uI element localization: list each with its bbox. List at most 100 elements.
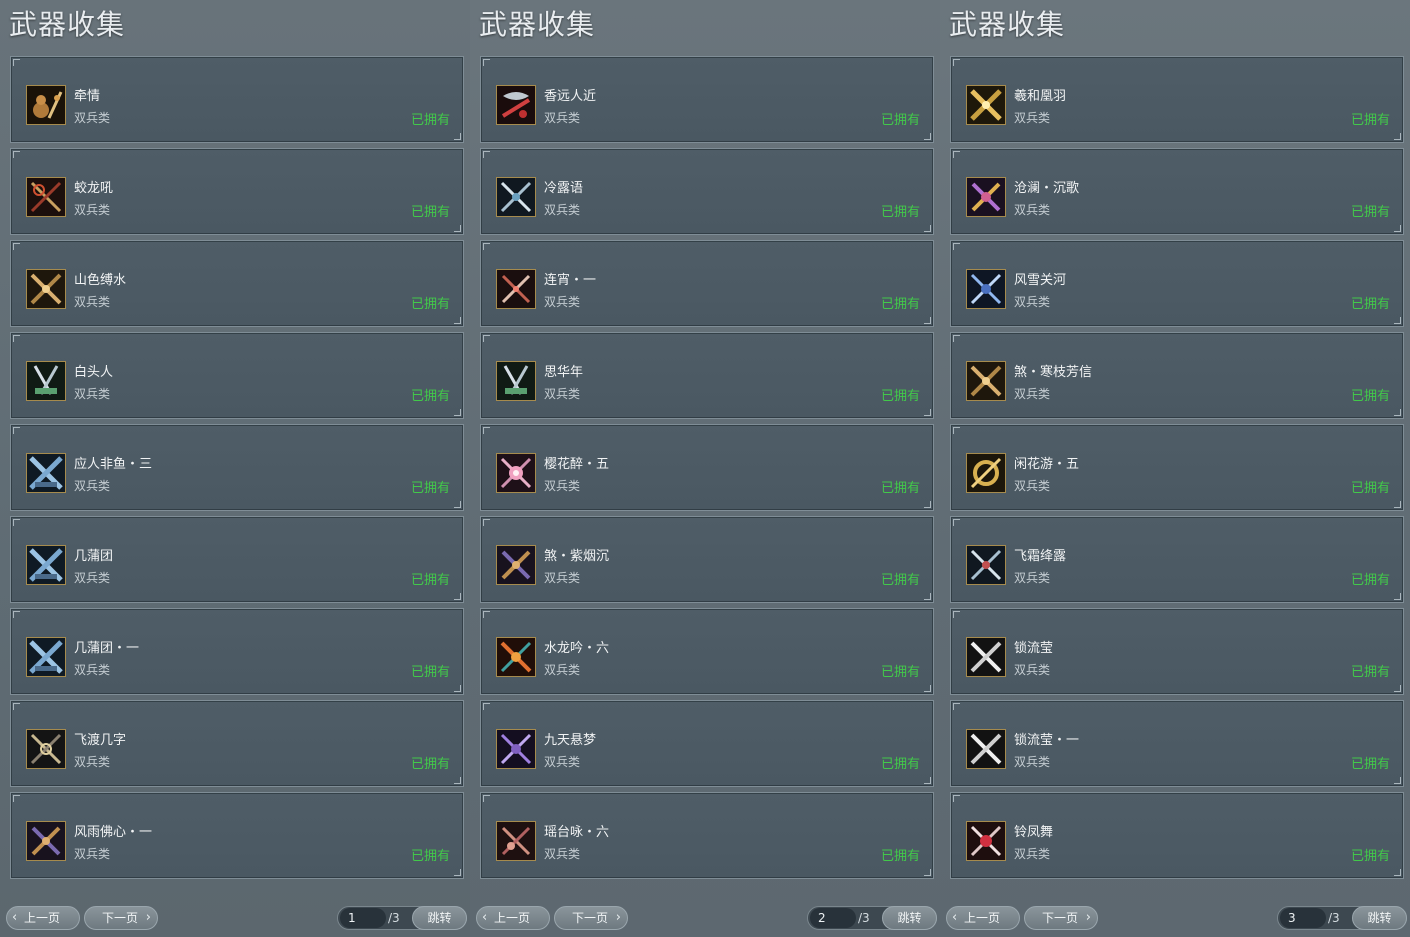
page-number-input[interactable]: 1 [340,908,386,928]
weapon-card[interactable]: 樱花醉・五 双兵类 已拥有 [480,424,934,511]
weapon-name: 牵情 [74,89,101,104]
page-number-input[interactable]: 2 [810,908,856,928]
owned-status: 已拥有 [410,205,450,220]
chevron-left-icon: ‹ [482,910,488,925]
violet-sword-weapon-icon [496,729,536,769]
weapon-type: 双兵类 [74,755,111,769]
gold-feather-weapon-icon [966,85,1006,125]
weapon-type: 双兵类 [74,571,111,585]
weapon-name: 闲花游・五 [1014,457,1080,472]
weapon-card[interactable]: 煞・寒枝芳信 双兵类 已拥有 [950,332,1404,419]
jump-button[interactable]: 跳转 [1352,906,1407,930]
weapon-type: 双兵类 [544,295,581,309]
purple-gold-weapon-icon [496,545,536,585]
weapon-card[interactable]: 飞霜绛露 双兵类 已拥有 [950,516,1404,603]
dark-sword-weapon-icon [26,729,66,769]
silver-sword-weapon-icon [496,177,536,217]
weapon-type: 双兵类 [544,203,581,217]
panel-title: 武器收集 [479,8,596,41]
weapon-name: 风雪关河 [1014,273,1067,288]
owned-status: 已拥有 [1350,389,1390,404]
red-flower-weapon-icon [966,821,1006,861]
weapon-list: 羲和凰羽 双兵类 已拥有 沧澜・沉歌 双兵类 已拥有 风雪关河 双兵类 已拥有 煞・寒枝芳信… [950,56,1404,884]
page-number-input[interactable]: 3 [1280,908,1326,928]
weapon-card[interactable]: 牵情 双兵类 已拥有 [10,56,464,143]
weapon-name: 香远人近 [544,89,597,104]
weapon-name: 沧澜・沉歌 [1014,181,1080,196]
red-dragon-weapon-icon [496,85,536,125]
white-sword-weapon-icon [966,637,1006,677]
weapon-card[interactable]: 水龙吟・六 双兵类 已拥有 [480,608,934,695]
jade-sword-weapon-icon [26,361,66,401]
weapon-card[interactable]: 蛟龙吼 双兵类 已拥有 [10,148,464,235]
weapon-collection-screen: 武器收集 牵情 双兵类 已拥有 蛟龙吼 双兵类 已拥有 山色缚水 双兵类 已拥有 白头人 双兵… [0,0,1410,937]
weapon-name: 飞渡几字 [74,733,127,748]
blue-blade-weapon-icon [26,637,66,677]
weapon-card[interactable]: 几蒲团・一 双兵类 已拥有 [10,608,464,695]
weapon-name: 应人非鱼・三 [74,457,153,472]
owned-status: 已拥有 [410,849,450,864]
weapon-card[interactable]: 应人非鱼・三 双兵类 已拥有 [10,424,464,511]
jump-button[interactable]: 跳转 [882,906,937,930]
weapon-card[interactable]: 山色缚水 双兵类 已拥有 [10,240,464,327]
weapon-type: 双兵类 [1014,295,1051,309]
weapon-name: 几蒲团・一 [74,641,140,656]
weapon-type: 双兵类 [544,663,581,677]
weapon-card[interactable]: 闲花游・五 双兵类 已拥有 [950,424,1404,511]
weapon-name: 风雨佛心・一 [74,825,153,840]
weapon-card[interactable]: 连宵・一 双兵类 已拥有 [480,240,934,327]
prev-page-button[interactable]: ‹ 上一页 [946,906,1020,930]
weapon-card[interactable]: 飞渡几字双兵类 已拥有 [10,700,464,787]
owned-status: 已拥有 [410,481,450,496]
weapon-card[interactable]: 铃凤舞 双兵类 已拥有 [950,792,1404,879]
next-page-button[interactable]: 下一页 › [554,906,628,930]
weapon-name: 羲和凰羽 [1014,89,1067,104]
weapon-card[interactable]: 几蒲团 双兵类 已拥有 [10,516,464,603]
weapon-card[interactable]: 风雨佛心・一 双兵类 已拥有 [10,792,464,879]
chevron-left-icon: ‹ [952,910,958,925]
page-total: /3 [1328,911,1340,925]
owned-status: 已拥有 [880,205,920,220]
weapon-card[interactable]: 锁流莹・一 双兵类 已拥有 [950,700,1404,787]
weapon-type: 双兵类 [1014,203,1051,217]
weapon-card[interactable]: 煞・紫烟沉 双兵类 已拥有 [480,516,934,603]
weapon-name: 九天悬梦 [544,733,597,748]
owned-status: 已拥有 [880,573,920,588]
collection-panel-2: 武器收集 香远人近 双兵类 已拥有 冷露语 双兵类 已拥有 连宵・一 双兵类 已拥有 思华年… [470,0,940,937]
weapon-type: 双兵类 [74,203,111,217]
weapon-type: 双兵类 [1014,663,1051,677]
prev-page-button[interactable]: ‹ 上一页 [476,906,550,930]
next-page-button[interactable]: 下一页 › [1024,906,1098,930]
weapon-card[interactable]: 思华年 双兵类 已拥有 [480,332,934,419]
owned-status: 已拥有 [410,113,450,128]
weapon-card[interactable]: 冷露语 双兵类 已拥有 [480,148,934,235]
weapon-card[interactable]: 白头人 双兵类 已拥有 [10,332,464,419]
panel-title: 武器收集 [9,8,126,41]
weapon-card[interactable]: 沧澜・沉歌 双兵类 已拥有 [950,148,1404,235]
page-jump-control: 1 /3 跳转 [337,906,467,930]
weapon-type: 双兵类 [544,479,581,493]
blue-blade-weapon-icon [26,545,66,585]
weapon-type: 双兵类 [74,295,111,309]
weapon-type: 双兵类 [1014,479,1051,493]
weapon-card[interactable]: 香远人近 双兵类 已拥有 [480,56,934,143]
pink-blossom-weapon-icon [496,453,536,493]
weapon-card[interactable]: 九天悬梦 双兵类 已拥有 [480,700,934,787]
weapon-card[interactable]: 锁流莹 双兵类 已拥有 [950,608,1404,695]
owned-status: 已拥有 [880,297,920,312]
halberd-weapon-icon [26,177,66,217]
prev-page-button[interactable]: ‹ 上一页 [6,906,80,930]
next-page-button[interactable]: 下一页 › [84,906,158,930]
purple-gold-weapon-icon [26,821,66,861]
weapon-card[interactable]: 羲和凰羽 双兵类 已拥有 [950,56,1404,143]
jump-button[interactable]: 跳转 [412,906,467,930]
weapon-type: 双兵类 [544,847,581,861]
owned-status: 已拥有 [880,849,920,864]
pagination-bar: ‹ 上一页 下一页 › 1 /3 跳转 [0,904,470,932]
weapon-card[interactable]: 瑶台咏・六 双兵类 已拥有 [480,792,934,879]
weapon-type: 双兵类 [74,663,111,677]
weapon-card[interactable]: 风雪关河 双兵类 已拥有 [950,240,1404,327]
owned-status: 已拥有 [410,757,450,772]
owned-status: 已拥有 [880,757,920,772]
weapon-type: 双兵类 [544,571,581,585]
